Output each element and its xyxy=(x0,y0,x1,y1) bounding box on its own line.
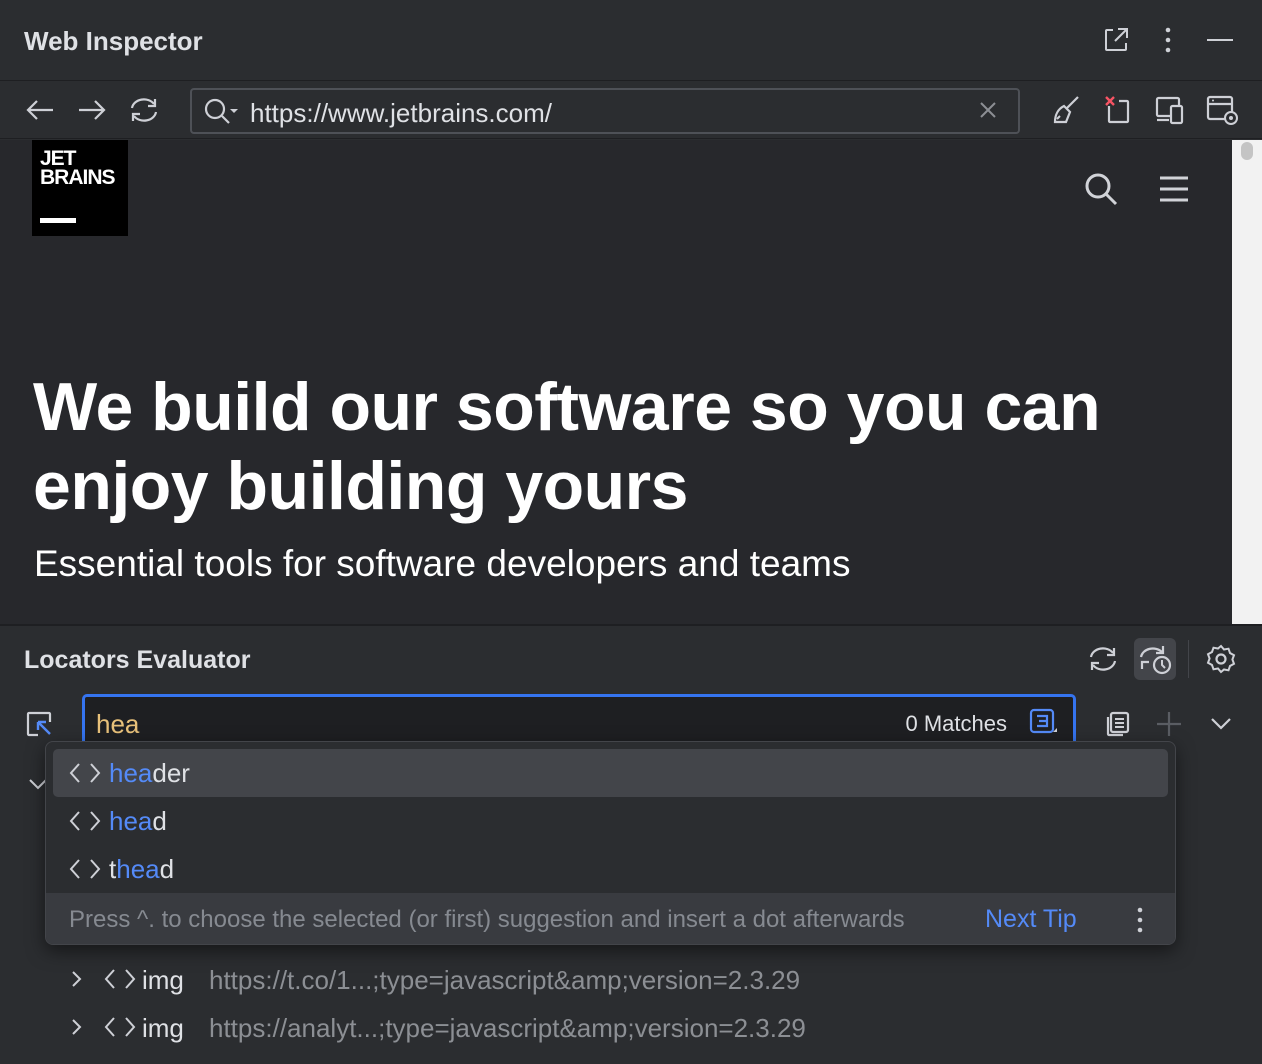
hero-headline: We build our software so you can enjoy b… xyxy=(33,369,1101,524)
hero-subheadline: Essential tools for software developers … xyxy=(34,543,851,584)
css-selector-mode-icon[interactable] xyxy=(1029,708,1057,736)
title-bar: Web Inspector xyxy=(0,0,1262,81)
tree-row[interactable]: img https://analyt...;type=javascript&am… xyxy=(0,1005,1262,1053)
element-tag-icon xyxy=(69,857,101,881)
panel-title: Locators Evaluator xyxy=(24,646,251,674)
matches-count: 0 Matches xyxy=(905,711,1008,736)
add-locator-icon[interactable] xyxy=(1148,703,1190,745)
site-search-icon[interactable] xyxy=(1082,170,1120,208)
open-in-window-icon[interactable] xyxy=(1099,22,1133,58)
more-vertical-icon[interactable] xyxy=(1151,22,1185,58)
tip-text: Press ^. to choose the selected (or firs… xyxy=(69,906,905,933)
next-tip-link[interactable]: Next Tip xyxy=(985,905,1077,934)
minimize-icon[interactable] xyxy=(1203,22,1237,58)
scrollbar-thumb[interactable] xyxy=(1241,142,1253,160)
window-title: Web Inspector xyxy=(24,26,203,56)
expand-chevron-icon[interactable] xyxy=(1200,703,1242,745)
more-vertical-icon[interactable] xyxy=(1130,905,1150,935)
search-history-icon[interactable] xyxy=(202,96,242,126)
settings-window-icon[interactable] xyxy=(1205,93,1239,127)
suggestion-thead[interactable]: thead xyxy=(53,845,1168,893)
url-field[interactable]: https://www.jetbrains.com/ xyxy=(190,88,1020,134)
pick-element-icon[interactable] xyxy=(18,703,60,745)
tree-row-source: https://analyt...;type=javascript&amp;ve… xyxy=(209,1013,806,1043)
expand-row-icon[interactable] xyxy=(68,1015,86,1039)
locator-input-value: hea xyxy=(96,709,140,739)
browser-viewport[interactable]: JET BRAINS We build our software so you c… xyxy=(0,140,1232,624)
settings-icon[interactable] xyxy=(1200,638,1242,680)
back-icon[interactable] xyxy=(23,93,57,127)
expand-row-icon[interactable] xyxy=(68,967,86,991)
viewport-scrollbar[interactable] xyxy=(1232,140,1262,624)
tree-row[interactable]: img https://t.co/1...;type=javascript&am… xyxy=(0,957,1262,1005)
suggestion-head[interactable]: head xyxy=(53,797,1168,845)
site-menu-icon[interactable] xyxy=(1158,174,1190,204)
element-tag-icon xyxy=(69,809,101,833)
suggestion-header[interactable]: header xyxy=(53,749,1168,797)
close-tab-icon[interactable] xyxy=(1101,93,1135,127)
popup-tip-bar: Press ^. to choose the selected (or firs… xyxy=(46,893,1175,944)
clear-cache-icon[interactable] xyxy=(1049,93,1083,127)
element-tag-icon xyxy=(104,967,136,991)
element-tag-icon xyxy=(104,1015,136,1039)
refresh-icon[interactable] xyxy=(1082,638,1124,680)
element-tag-icon xyxy=(69,761,101,785)
copy-locator-icon[interactable] xyxy=(1096,703,1138,745)
auto-refresh-icon[interactable] xyxy=(1134,638,1176,680)
clear-icon[interactable] xyxy=(976,98,1000,122)
jetbrains-logo[interactable]: JET BRAINS xyxy=(32,140,128,236)
reload-icon[interactable] xyxy=(127,93,161,127)
device-mode-icon[interactable] xyxy=(1153,93,1187,127)
forward-icon[interactable] xyxy=(75,93,109,127)
tree-row-tag: img xyxy=(142,1013,184,1043)
tree-row-source: https://t.co/1...;type=javascript&amp;ve… xyxy=(209,965,801,995)
tree-row-tag: img xyxy=(142,965,184,995)
navigation-bar: https://www.jetbrains.com/ xyxy=(0,81,1262,139)
autocomplete-popup: header head thead Press ^. to choose the… xyxy=(45,741,1176,945)
url-text: https://www.jetbrains.com/ xyxy=(250,98,552,128)
